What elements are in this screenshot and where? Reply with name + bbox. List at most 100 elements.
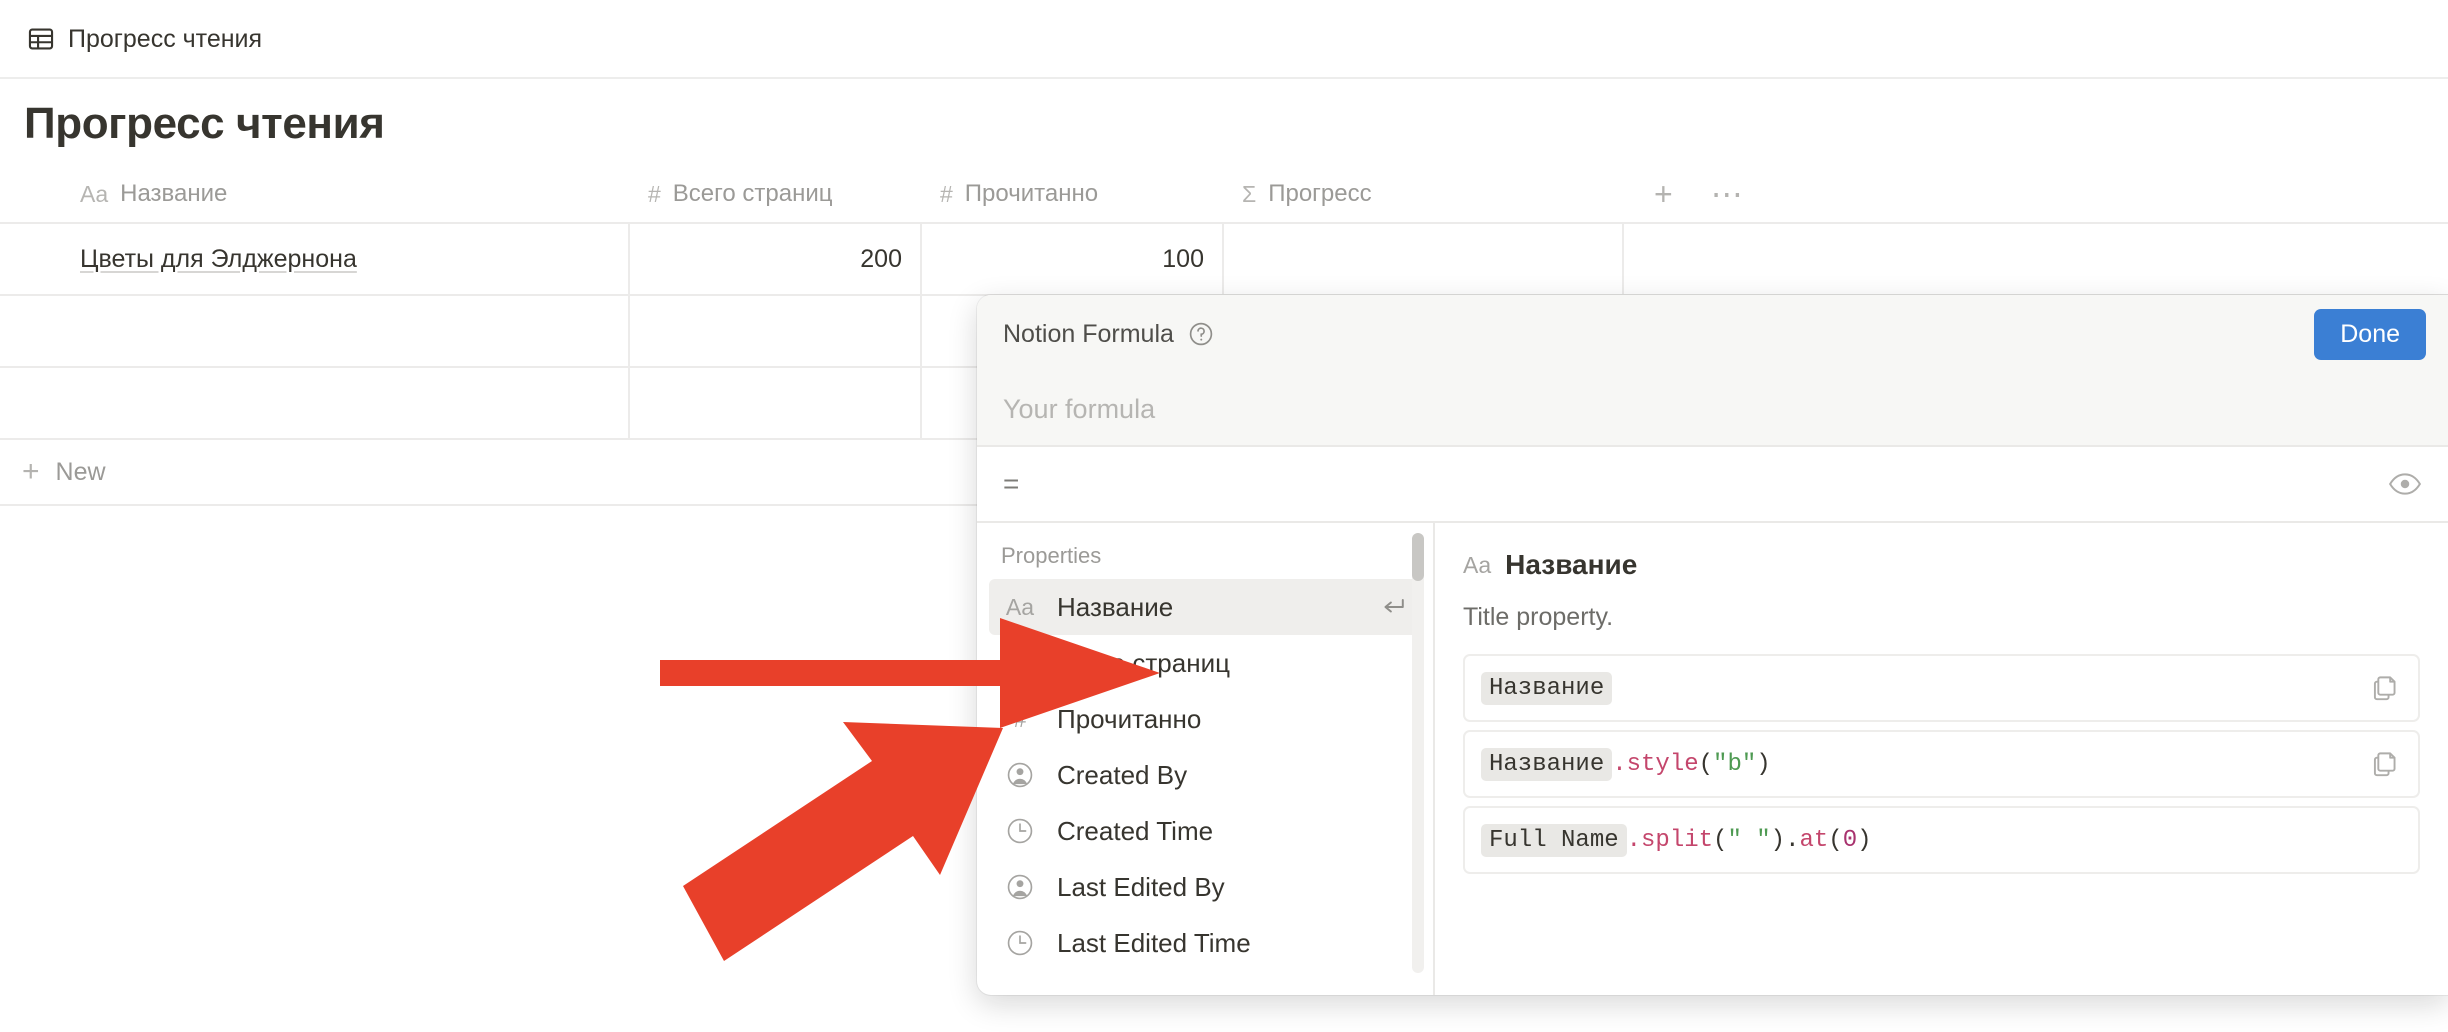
property-item-label: Last Edited By [1057, 871, 1225, 902]
number-icon: # [1013, 705, 1027, 732]
dialog-title: Notion Formula [1003, 319, 1174, 348]
property-item-label: Created By [1057, 759, 1188, 790]
copy-icon[interactable] [2370, 749, 2400, 779]
column-header-name-label: Название [120, 180, 228, 207]
number-type-icon: # [648, 180, 661, 207]
eye-icon[interactable] [2388, 467, 2422, 501]
title-type-icon: Aa [80, 180, 109, 207]
property-item-nazvanie[interactable]: Aa Название [989, 579, 1421, 635]
formula-input-placeholder: Your formula [1003, 393, 1156, 424]
example-row[interactable]: Название [1463, 654, 2420, 722]
property-item-label: Created Time [1057, 815, 1214, 846]
breadcrumb[interactable]: Прогресс чтения [28, 25, 262, 54]
dialog-header-left: Notion Formula [1003, 320, 1214, 349]
copy-icon[interactable] [2370, 673, 2400, 703]
title-icon: Aa [1463, 551, 1492, 578]
person-icon [1003, 761, 1037, 789]
formula-type-icon: Σ [1242, 180, 1257, 207]
table-grid-icon [28, 26, 54, 52]
example-row[interactable]: Full Name .split ( " " ). at ( 0 ) [1463, 806, 2420, 874]
code-token-punct: ( [1713, 826, 1728, 854]
code-token-punct: ( [1698, 750, 1714, 778]
done-button[interactable]: Done [2314, 308, 2426, 360]
clock-icon [1003, 929, 1037, 957]
column-header-progress[interactable]: Σ Прогресс [1224, 166, 1624, 222]
properties-scrollbar[interactable] [1412, 533, 1424, 973]
property-item-label: Всего страниц [1057, 647, 1230, 678]
topbar-divider [0, 77, 2448, 79]
formula-editor-dialog: Notion Formula Done Your formula = Prope… [977, 295, 2448, 995]
code-token-function: .style [1612, 750, 1699, 778]
code-token-punct: ) [1756, 750, 1771, 778]
property-item-read-pages[interactable]: # Прочитанно [989, 691, 1421, 747]
example-row[interactable]: Название .style ( "b" ) [1463, 730, 2420, 798]
code-token-string: "b" [1713, 750, 1757, 778]
properties-panel: Properties Aa Название # Всего страниц #… [977, 523, 1435, 995]
table-more-options-button[interactable]: ⋯ [1711, 178, 1743, 210]
code-token-number: 0 [1842, 826, 1858, 854]
row-title-link[interactable]: Цветы для Элджернона [80, 245, 357, 274]
page-title: Прогресс чтения [24, 99, 385, 148]
property-item-created-time[interactable]: Created Time [989, 803, 1421, 859]
cell-name[interactable] [0, 296, 630, 368]
cell-name[interactable]: Цветы для Элджернона [0, 224, 630, 296]
property-item-last-edited-by[interactable]: Last Edited By [989, 859, 1421, 915]
cell-read-pages[interactable]: 100 [922, 224, 1224, 296]
property-item-total-pages[interactable]: # Всего страниц [989, 635, 1421, 691]
formula-input[interactable]: Your formula [977, 373, 2448, 445]
property-item-created-by[interactable]: Created By [989, 747, 1421, 803]
cell-name[interactable] [0, 368, 630, 440]
example-list: Название Название .style ("b") Full Na… [1463, 654, 2420, 874]
number-type-icon: # [940, 180, 953, 207]
person-icon [1003, 873, 1037, 901]
property-item-label: Название [1057, 591, 1174, 622]
column-header-read-pages[interactable]: # Прочитанно [922, 166, 1224, 222]
plus-icon: + [22, 455, 40, 488]
property-item-label: Прочитанно [1057, 703, 1202, 734]
property-detail-panel: Aa Название Title property. Название Наз… [1435, 523, 2448, 995]
property-chip: Название [1481, 747, 1613, 781]
dialog-header: Notion Formula Done [977, 295, 2448, 373]
column-header-progress-label: Прогресс [1268, 180, 1372, 207]
code-token-punct: ). [1770, 826, 1800, 854]
property-chip: Full Name [1481, 823, 1627, 857]
title-icon: Aa [1005, 593, 1035, 620]
column-header-total-pages[interactable]: # Всего страниц [630, 166, 922, 222]
detail-header: Aa Название [1463, 549, 2420, 581]
detail-title: Название [1505, 549, 1638, 580]
code-token-string: " " [1727, 826, 1771, 854]
add-column-button[interactable]: + [1654, 178, 1673, 210]
breadcrumb-label: Прогресс чтения [68, 24, 263, 53]
cell-total-pages[interactable] [630, 296, 922, 368]
breadcrumb-bar: Прогресс чтения [0, 0, 2448, 78]
table-header-row: Aa Название # Всего страниц # Прочитанно… [0, 166, 2448, 222]
properties-scrollbar-thumb[interactable] [1412, 533, 1424, 581]
code-token-punct: ) [1857, 826, 1872, 854]
cell-total-pages[interactable]: 200 [630, 224, 922, 296]
app-root: Прогресс чтения Прогресс чтения Aa Назва… [0, 0, 2448, 1032]
column-header-total-pages-label: Всего страниц [672, 180, 833, 207]
return-icon [1379, 593, 1407, 621]
column-header-name[interactable]: Aa Название [0, 166, 630, 222]
equals-sign: = [1003, 468, 1020, 499]
property-item-last-edited-time[interactable]: Last Edited Time [989, 915, 1421, 971]
properties-section-label: Properties [1001, 543, 1102, 568]
formula-preview-bar: = [977, 445, 2448, 523]
code-token-function: .split [1626, 826, 1714, 854]
question-circle-icon[interactable] [1188, 321, 1214, 347]
new-row-label: New [55, 457, 106, 486]
table-row[interactable]: Цветы для Элджернона 200 100 [0, 224, 2448, 296]
example-code: Full Name .split ( " " ). at ( 0 ) [1481, 823, 1872, 857]
number-icon: # [1013, 649, 1027, 676]
column-header-read-pages-label: Прочитанно [964, 180, 1099, 207]
example-code: Название .style ( "b" ) [1481, 747, 1771, 781]
cell-progress[interactable] [1224, 224, 1624, 296]
dialog-body: Properties Aa Название # Всего страниц #… [977, 523, 2448, 995]
cell-total-pages[interactable] [630, 368, 922, 440]
arrow-pointing-to-read-pages-property [683, 722, 1003, 961]
detail-description: Title property. [1463, 603, 1614, 631]
code-token-function: at [1799, 826, 1829, 854]
property-item-label: Last Edited Time [1057, 927, 1251, 958]
cell-empty-tail [1624, 224, 2448, 296]
clock-icon [1003, 817, 1037, 845]
